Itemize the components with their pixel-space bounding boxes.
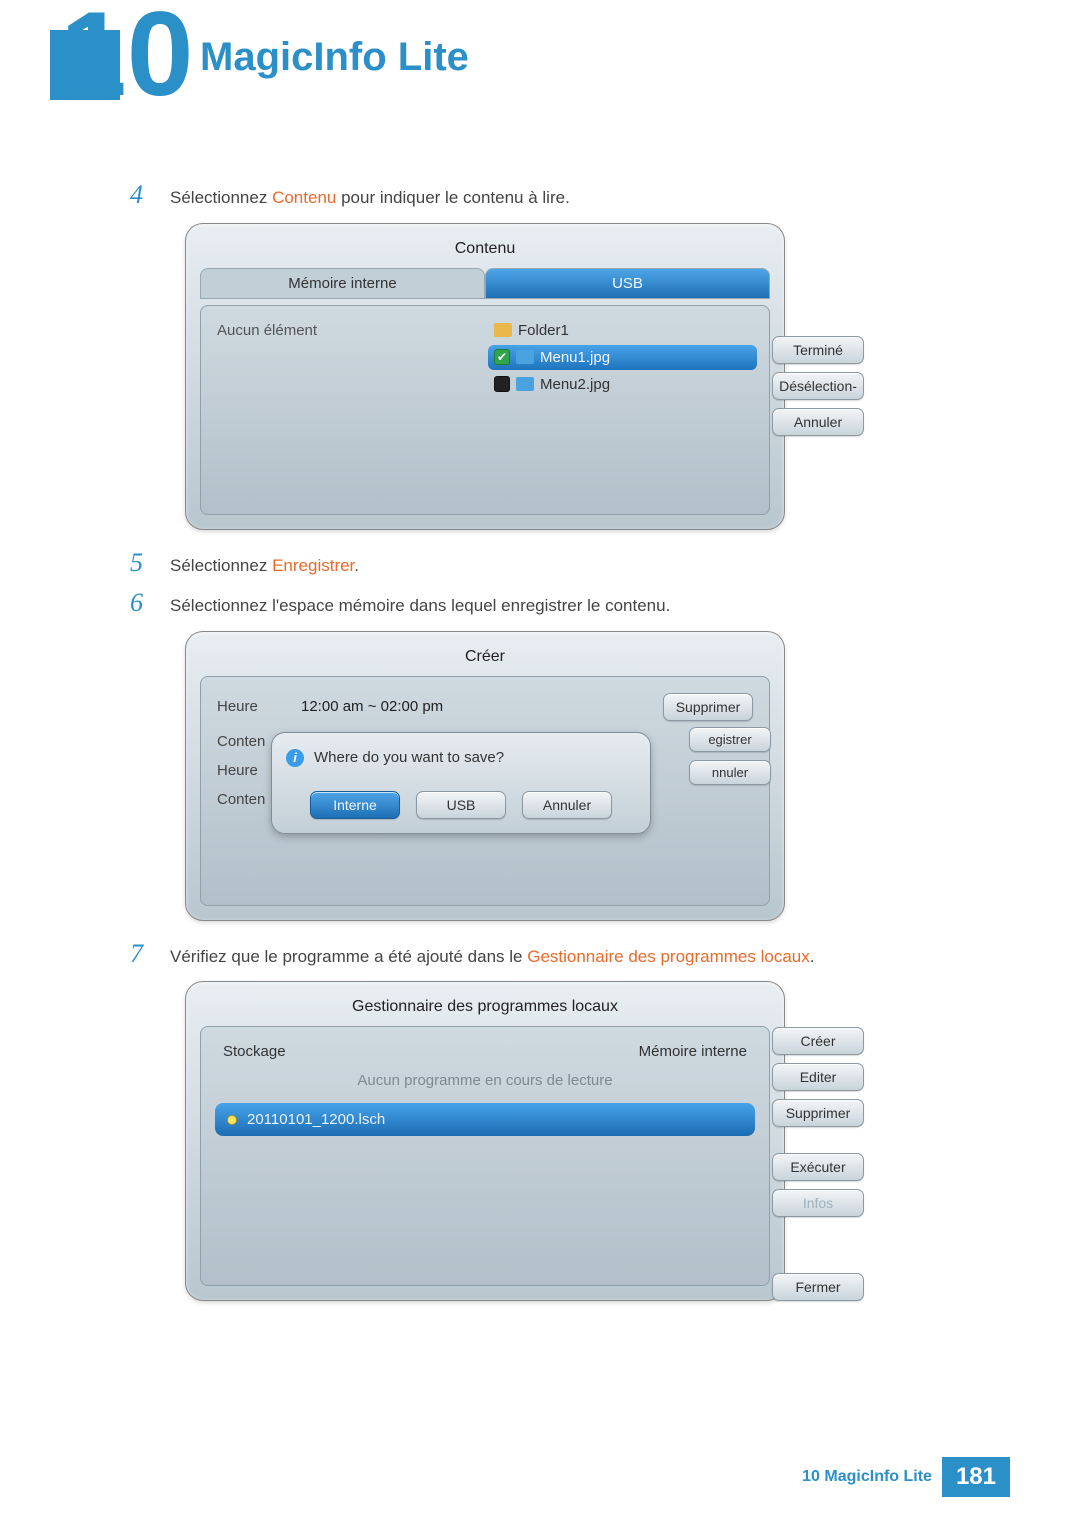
now-playing-status: Aucun programme en cours de lecture — [213, 1066, 757, 1099]
status-dot-icon — [227, 1115, 237, 1125]
delete-button[interactable]: Supprimer — [772, 1099, 864, 1127]
internal-button[interactable]: Interne — [310, 791, 400, 819]
step-5: 5 Sélectionnez Enregistrer. — [130, 548, 950, 579]
deselect-button[interactable]: Désélection- — [772, 372, 864, 400]
step-7: 7 Vérifiez que le programme a été ajouté… — [130, 939, 950, 970]
done-button[interactable]: Terminé — [772, 336, 864, 364]
tab-internal-memory[interactable]: Mémoire interne — [200, 268, 485, 299]
save-button-partial[interactable]: egistrer — [689, 727, 771, 752]
chapter-number: 10 — [60, 0, 193, 108]
dialog-cancel-button[interactable]: Annuler — [522, 791, 612, 819]
tab-usb[interactable]: USB — [485, 268, 770, 299]
page-number: 181 — [942, 1457, 1010, 1497]
usb-button[interactable]: USB — [416, 791, 506, 819]
cancel-button-partial[interactable]: nnuler — [689, 760, 771, 785]
content-panel: Contenu Mémoire interne USB Aucun élémen… — [185, 223, 785, 530]
cancel-button[interactable]: Annuler — [772, 408, 864, 436]
edit-button[interactable]: Editer — [772, 1063, 864, 1091]
file-menu2[interactable]: Menu2.jpg — [488, 372, 757, 397]
run-button[interactable]: Exécuter — [772, 1153, 864, 1181]
storage-value: Mémoire interne — [639, 1043, 747, 1060]
info-icon: i — [286, 749, 304, 767]
panel2-title: Créer — [200, 644, 770, 676]
panel1-title: Contenu — [200, 236, 770, 268]
page-footer: 10 MagicInfo Lite 181 — [802, 1457, 1010, 1497]
file-menu1[interactable]: ✔ Menu1.jpg — [488, 345, 757, 370]
time-value: 12:00 am ~ 02:00 pm — [301, 698, 649, 715]
footer-label: 10 MagicInfo Lite — [802, 1468, 942, 1486]
folder-item[interactable]: Folder1 — [488, 318, 757, 343]
checkbox-checked-icon: ✔ — [494, 349, 510, 365]
create-panel: Créer Heure 12:00 am ~ 02:00 pm Supprime… — [185, 631, 785, 921]
dialog-text: Where do you want to save? — [314, 749, 504, 766]
folder-icon — [494, 323, 512, 337]
empty-label: Aucun élément — [213, 316, 482, 345]
info-button[interactable]: Infos — [772, 1189, 864, 1217]
chapter-title: MagicInfo Lite — [200, 35, 469, 80]
schedule-manager-panel: Gestionnaire des programmes locaux Stock… — [185, 981, 785, 1301]
create-button[interactable]: Créer — [772, 1027, 864, 1055]
close-button[interactable]: Fermer — [772, 1273, 864, 1301]
checkbox-unchecked-icon — [494, 376, 510, 392]
step-6: 6 Sélectionnez l'espace mémoire dans leq… — [130, 588, 950, 619]
storage-label: Stockage — [223, 1043, 286, 1060]
time-label: Heure — [217, 698, 287, 715]
step-4: 4 Sélectionnez Contenu pour indiquer le … — [130, 180, 950, 211]
image-icon — [516, 350, 534, 364]
panel3-title: Gestionnaire des programmes locaux — [200, 994, 770, 1026]
image-icon — [516, 377, 534, 391]
schedule-item[interactable]: 20110101_1200.lsch — [215, 1103, 755, 1136]
save-location-dialog: i Where do you want to save? Interne USB… — [271, 732, 651, 834]
